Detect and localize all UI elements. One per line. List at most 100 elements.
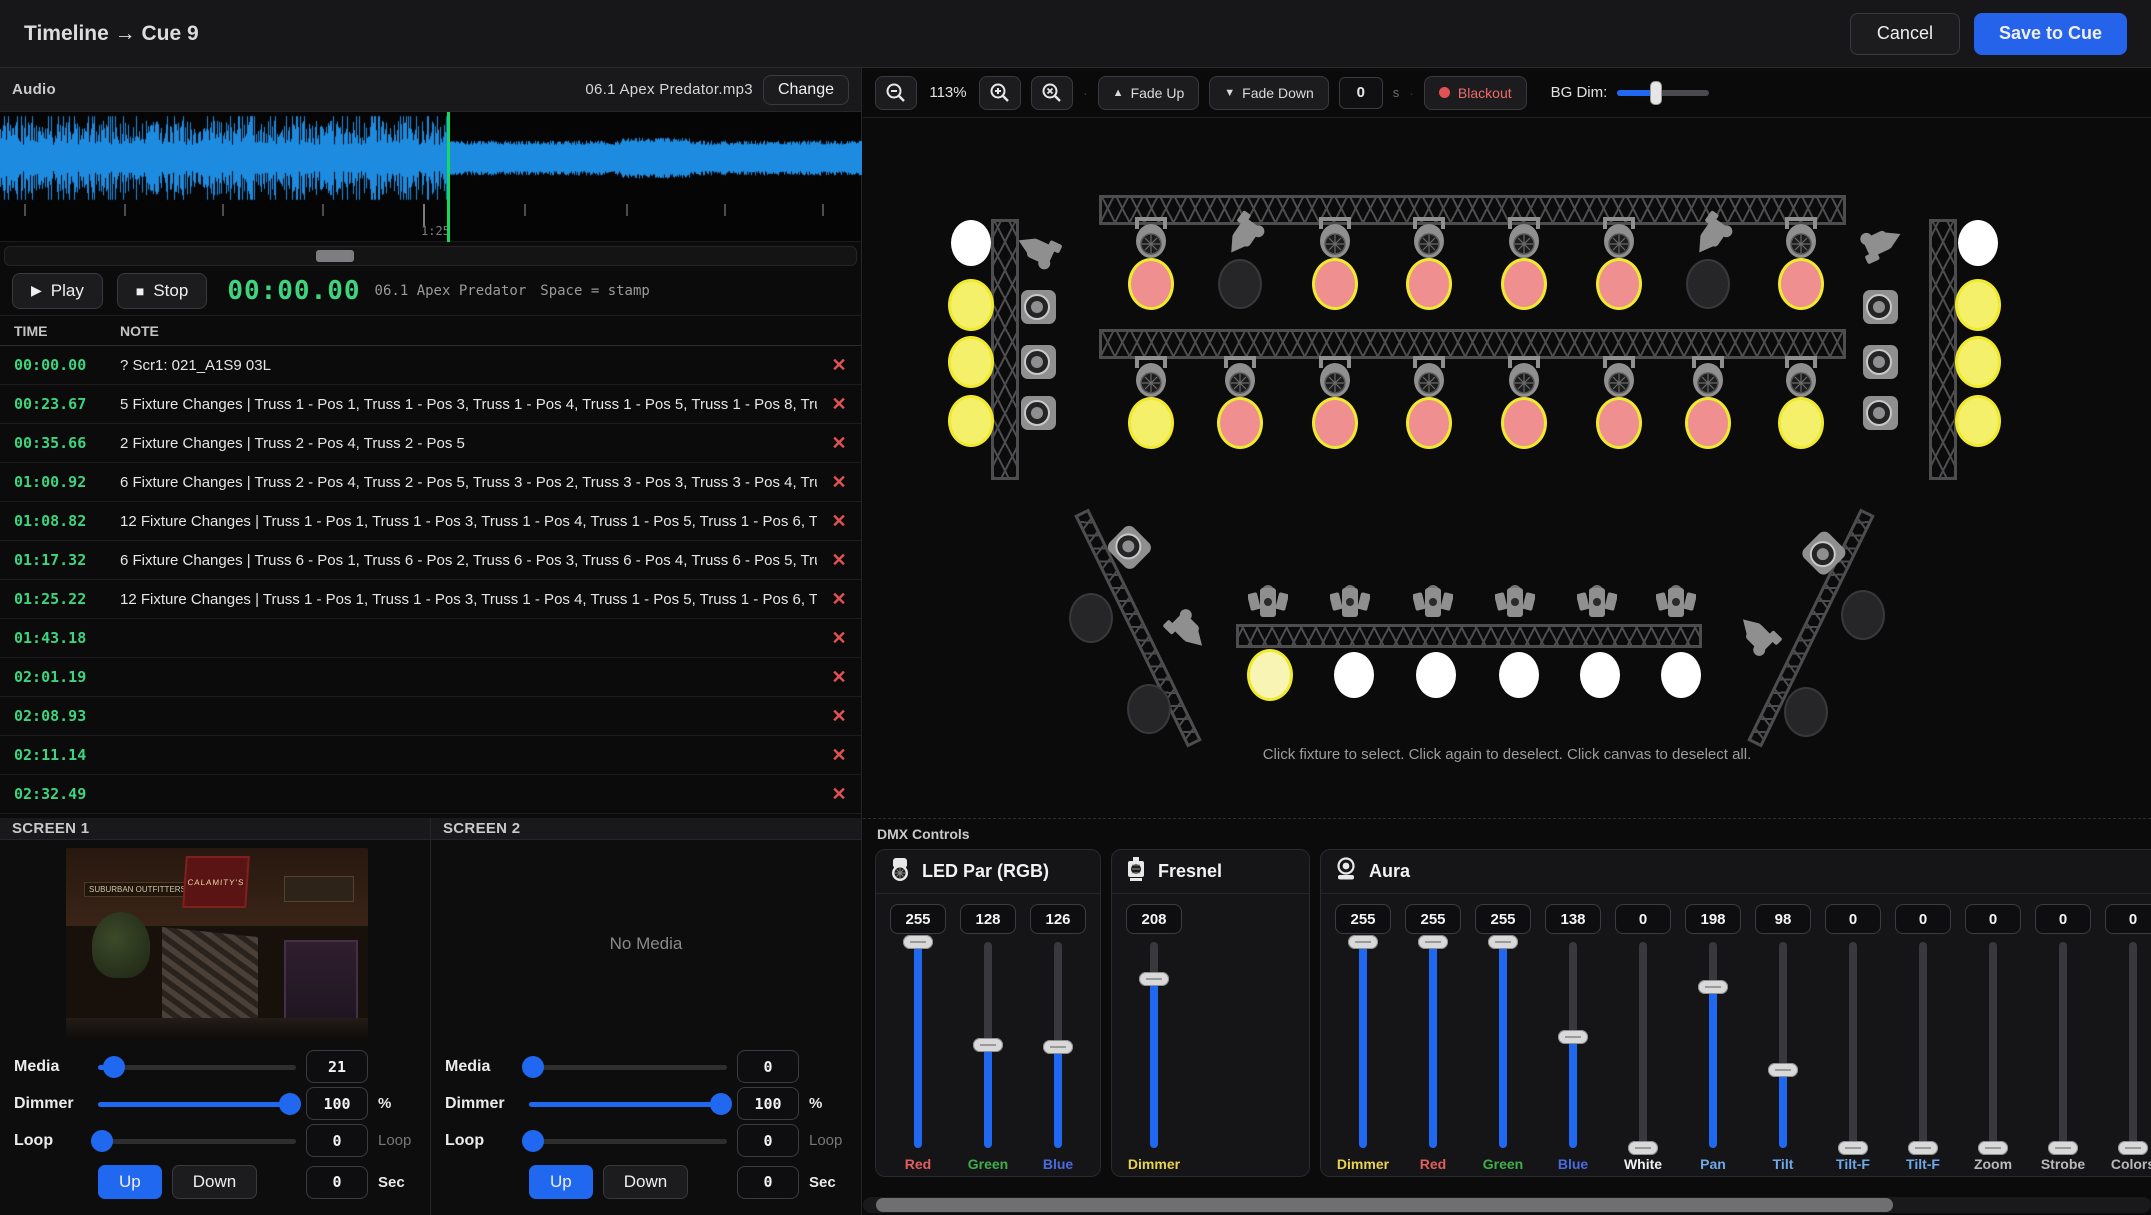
light-beam[interactable] [1416, 652, 1456, 698]
screen-2-media-value[interactable]: 0 [737, 1050, 799, 1083]
channel-slider[interactable] [1560, 942, 1586, 1148]
fresnel-fixture-icon[interactable] [1597, 353, 1641, 404]
dmx-scrollbar[interactable] [863, 1197, 2151, 1213]
light-beam[interactable] [1781, 400, 1821, 446]
wash-fixture-icon[interactable] [1017, 393, 1061, 438]
delete-note-button[interactable]: ✕ [817, 784, 861, 805]
fresnel-fixture-icon[interactable] [1597, 214, 1641, 265]
slider-thumb[interactable] [1698, 980, 1728, 994]
channel-value-input[interactable]: 0 [1825, 904, 1881, 934]
channel-value-input[interactable]: 0 [1615, 904, 1671, 934]
light-beam[interactable] [1958, 282, 1998, 328]
timeline-row[interactable]: 02:08.93 ✕ [0, 697, 861, 736]
timeline-row[interactable]: 02:11.14 ✕ [0, 736, 861, 775]
screen-1-sec-value[interactable]: 0 [306, 1166, 368, 1199]
screen-1-media-slider[interactable] [98, 1054, 296, 1080]
delete-note-button[interactable]: ✕ [817, 706, 861, 727]
partop-fixture-icon[interactable] [1330, 582, 1370, 629]
channel-value-input[interactable]: 126 [1030, 904, 1086, 934]
light-beam[interactable] [1504, 400, 1544, 446]
slider-thumb[interactable] [1139, 972, 1169, 986]
channel-slider[interactable] [1910, 942, 1936, 1148]
fresnel-fixture-icon[interactable] [1407, 353, 1451, 404]
partop-fixture-icon[interactable] [1656, 582, 1696, 629]
slider-thumb[interactable] [1043, 1040, 1073, 1054]
slider-thumb[interactable] [1418, 935, 1448, 949]
timeline-row[interactable]: 01:00.92 6 Fixture Changes | Truss 2 - P… [0, 463, 861, 502]
timeline-row[interactable]: 00:23.67 5 Fixture Changes | Truss 1 - P… [0, 385, 861, 424]
delete-note-button[interactable]: ✕ [817, 550, 861, 571]
blackout-button[interactable]: Blackout [1424, 76, 1527, 110]
fade-seconds-input[interactable]: 0 [1339, 77, 1383, 109]
slider-thumb[interactable] [1348, 935, 1378, 949]
timeline-row[interactable]: 01:43.18 ✕ [0, 619, 861, 658]
screen-2-sec-value[interactable]: 0 [737, 1166, 799, 1199]
partop-fixture-icon[interactable] [1577, 582, 1617, 629]
delete-note-button[interactable]: ✕ [817, 745, 861, 766]
fade-down-button[interactable]: ▼ Fade Down [1209, 76, 1328, 110]
wash-fixture-icon[interactable] [1859, 287, 1903, 332]
screen-1-up-button[interactable]: Up [98, 1165, 162, 1199]
dmx-scrollbar-thumb[interactable] [876, 1198, 1894, 1212]
channel-value-input[interactable]: 255 [1475, 904, 1531, 934]
delete-note-button[interactable]: ✕ [817, 667, 861, 688]
light-beam[interactable] [1843, 592, 1883, 638]
bg-dim-slider[interactable] [1617, 80, 1709, 106]
channel-slider[interactable] [1980, 942, 2006, 1148]
scrubber-thumb[interactable] [316, 250, 354, 262]
channel-slider[interactable] [1045, 942, 1071, 1148]
channel-value-input[interactable]: 128 [960, 904, 1016, 934]
channel-slider[interactable] [905, 942, 931, 1148]
light-beam[interactable] [951, 220, 991, 266]
channel-value-input[interactable]: 208 [1126, 904, 1182, 934]
timeline-row[interactable]: 01:25.22 12 Fixture Changes | Truss 1 - … [0, 580, 861, 619]
channel-value-input[interactable]: 0 [1965, 904, 2021, 934]
screen-2-dimmer-slider[interactable] [529, 1091, 727, 1117]
delete-note-button[interactable]: ✕ [817, 589, 861, 610]
screen-2-up-button[interactable]: Up [529, 1165, 593, 1199]
fresnel-fixture-icon[interactable] [1129, 353, 1173, 404]
fresnel-fixture-icon[interactable] [1502, 353, 1546, 404]
light-beam[interactable] [1250, 652, 1290, 698]
light-beam[interactable] [951, 339, 991, 385]
screen-1-dimmer-slider[interactable] [98, 1091, 296, 1117]
timeline-row[interactable]: 00:00.00 ? Scr1: 021_A1S9 03L ✕ [0, 346, 861, 385]
slider-thumb[interactable] [1558, 1030, 1588, 1044]
light-beam[interactable] [1334, 652, 1374, 698]
slider-thumb[interactable] [522, 1130, 544, 1152]
wash-fixture-icon[interactable] [1859, 393, 1903, 438]
slider-thumb[interactable] [1908, 1141, 1938, 1155]
stop-button[interactable]: ■ Stop [117, 273, 207, 309]
play-button[interactable]: ▶ Play [12, 273, 103, 309]
channel-value-input[interactable]: 0 [2105, 904, 2151, 934]
light-beam[interactable] [1131, 400, 1171, 446]
timeline-row[interactable]: 02:01.19 ✕ [0, 658, 861, 697]
channel-slider[interactable] [1630, 942, 1656, 1148]
fresnel-fixture-icon[interactable] [1313, 353, 1357, 404]
light-beam[interactable] [1688, 400, 1728, 446]
wash-fixture-icon[interactable] [1017, 342, 1061, 387]
timeline-row[interactable]: 02:32.49 ✕ [0, 775, 861, 814]
fresnel-fixture-icon[interactable] [1129, 214, 1173, 265]
channel-value-input[interactable]: 98 [1755, 904, 1811, 934]
timeline-row[interactable]: 01:08.82 12 Fixture Changes | Truss 1 - … [0, 502, 861, 541]
spot-fixture-icon[interactable] [1152, 600, 1216, 664]
channel-slider[interactable] [2120, 942, 2146, 1148]
channel-value-input[interactable]: 255 [890, 904, 946, 934]
waveform-canvas[interactable] [0, 112, 862, 204]
slider-thumb[interactable] [1978, 1141, 2008, 1155]
screen-1-media-value[interactable]: 21 [306, 1050, 368, 1083]
channel-slider[interactable] [1350, 942, 1376, 1148]
light-beam[interactable] [1220, 261, 1260, 307]
light-beam[interactable] [1315, 261, 1355, 307]
screen-2-loop-slider[interactable] [529, 1128, 727, 1154]
slider-thumb[interactable] [279, 1093, 301, 1115]
channel-value-input[interactable]: 255 [1405, 904, 1461, 934]
slider-thumb[interactable] [903, 935, 933, 949]
screen-1-loop-value[interactable]: 0 [306, 1124, 368, 1157]
light-beam[interactable] [951, 282, 991, 328]
delete-note-button[interactable]: ✕ [817, 511, 861, 532]
zoom-in-button[interactable] [979, 76, 1021, 110]
channel-slider[interactable] [1420, 942, 1446, 1148]
light-beam[interactable] [1409, 400, 1449, 446]
